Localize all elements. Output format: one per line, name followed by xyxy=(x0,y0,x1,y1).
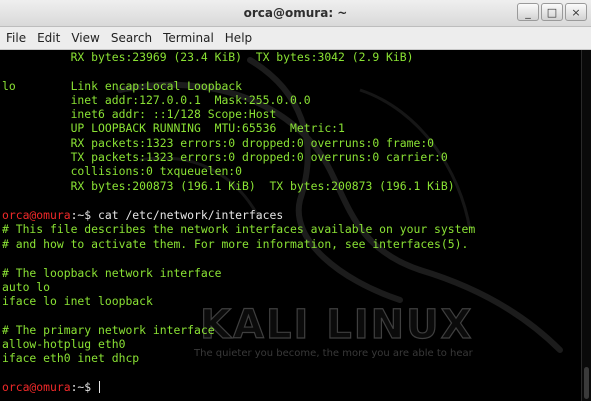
kali-tagline: The quieter you become, the more you are… xyxy=(194,348,473,359)
close-button[interactable]: × xyxy=(565,3,587,21)
file-line: # The primary network interface xyxy=(2,323,215,337)
file-line: # This file describes the network interf… xyxy=(2,222,476,236)
prompt-path: :~$ xyxy=(70,208,99,222)
menu-terminal[interactable]: Terminal xyxy=(163,31,214,45)
shell-prompt-line: orca@omura:~$ cat /etc/network/interface… xyxy=(2,208,283,222)
menu-help[interactable]: Help xyxy=(225,31,252,45)
file-line: allow-hotplug eth0 xyxy=(2,337,126,351)
menu-search[interactable]: Search xyxy=(111,31,152,45)
text-cursor xyxy=(99,381,101,393)
file-line: # The loopback network interface xyxy=(2,266,222,280)
terminal-line: UP LOOPBACK RUNNING MTU:65536 Metric:1 xyxy=(2,121,345,135)
file-line: iface lo inet loopback xyxy=(2,294,153,308)
terminal-line: inet6 addr: ::1/128 Scope:Host xyxy=(2,107,277,121)
prompt-user-host: orca@omura xyxy=(2,208,71,222)
terminal-line: collisions:0 txqueuelen:0 xyxy=(2,164,243,178)
maximize-button[interactable]: □ xyxy=(541,3,563,21)
terminal-line: RX bytes:23969 (23.4 KiB) TX bytes:3042 … xyxy=(2,50,414,64)
window-controls: _ □ × xyxy=(515,3,587,21)
title-bar[interactable]: orca@omura: ~ _ □ × xyxy=(0,0,591,27)
shell-prompt-line[interactable]: orca@omura:~$ xyxy=(2,380,101,394)
prompt-user-host: orca@omura xyxy=(2,380,71,394)
window-title: orca@omura: ~ xyxy=(243,6,348,20)
terminal-window: orca@omura: ~ _ □ × File Edit View Searc… xyxy=(0,0,591,401)
kali-logo: KALI LINUX xyxy=(200,302,473,348)
terminal-line: RX bytes:200873 (196.1 KiB) TX bytes:200… xyxy=(2,179,455,193)
terminal-line: inet addr:127.0.0.1 Mask:255.0.0.0 xyxy=(2,93,311,107)
file-line: iface eth0 inet dhcp xyxy=(2,351,140,365)
menu-bar: File Edit View Search Terminal Help xyxy=(0,27,591,50)
file-line: auto lo xyxy=(2,280,51,294)
file-line: # and how to activate them. For more inf… xyxy=(2,237,469,251)
menu-view[interactable]: View xyxy=(71,31,99,45)
terminal-line: RX packets:1323 errors:0 dropped:0 overr… xyxy=(2,136,435,150)
minimize-button[interactable]: _ xyxy=(517,3,539,21)
prompt-command: cat /etc/network/interfaces xyxy=(98,208,284,222)
scrollbar-thumb[interactable] xyxy=(584,367,589,399)
menu-file[interactable]: File xyxy=(6,31,26,45)
terminal-output[interactable]: KALI LINUX The quieter you become, the m… xyxy=(0,50,581,401)
menu-edit[interactable]: Edit xyxy=(37,31,60,45)
terminal-scrollbar[interactable] xyxy=(581,50,591,401)
terminal-line: TX packets:1323 errors:0 dropped:0 overr… xyxy=(2,150,448,164)
terminal-line: lo Link encap:Local Loopback xyxy=(2,79,243,93)
prompt-path: :~$ xyxy=(70,380,99,394)
